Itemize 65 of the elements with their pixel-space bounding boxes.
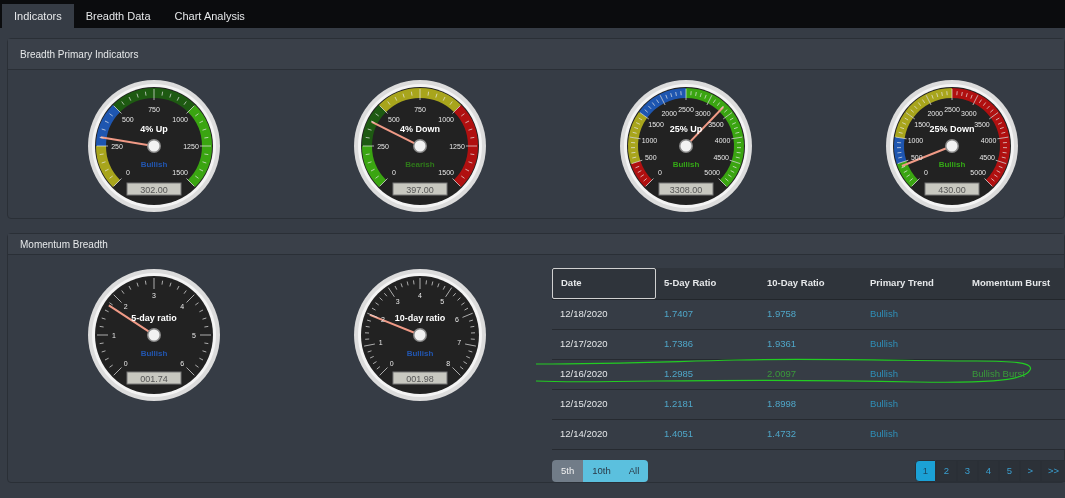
column-header[interactable]: Date	[552, 268, 656, 299]
gauge-title: 10-day ratio	[394, 313, 446, 323]
gauge-title: 25% Up	[669, 124, 703, 134]
page-button[interactable]: >>	[1040, 460, 1065, 482]
table-cell: Bullish	[870, 337, 898, 352]
page-button[interactable]: 3	[956, 460, 978, 482]
gauge-status: Bullish	[140, 160, 168, 169]
page-button[interactable]: 4	[977, 460, 999, 482]
page-button[interactable]: >	[1019, 460, 1041, 482]
table-cell: 1.4051	[664, 427, 694, 442]
tab[interactable]: Indicators	[2, 4, 74, 28]
gauge-readout: 302.00	[126, 182, 182, 196]
table-cell: 1.7407	[664, 307, 694, 322]
page-button[interactable]: 2	[935, 460, 957, 482]
gauge-title: 4% Up	[140, 124, 168, 134]
filter-button[interactable]: 5th	[552, 460, 584, 482]
gauge-readout: 430.00	[924, 182, 980, 196]
needle-hub	[147, 328, 161, 342]
filter-button[interactable]: All	[619, 460, 649, 482]
needle-hub	[679, 139, 693, 153]
needle-hub	[945, 139, 959, 153]
gauge-title: 25% Down	[929, 124, 975, 134]
gauge-readout: 397.00	[392, 182, 448, 196]
table-cell: 2.0097	[767, 367, 797, 382]
needle-hub	[413, 139, 427, 153]
gauge-title: 5-day ratio	[131, 313, 177, 323]
gauge-readout: 001.74	[126, 371, 182, 385]
gauge-title: 4% Down	[400, 124, 440, 134]
gauge-status: Bullish	[672, 160, 700, 169]
table-cell: 12/17/2020	[560, 337, 608, 352]
page-button[interactable]: 1	[914, 460, 936, 482]
table-cell: Bullish	[870, 427, 898, 442]
gauge-status: Bearish	[405, 160, 435, 169]
column-header[interactable]: 10-Day Ratio	[759, 268, 862, 299]
table-cell: 1.9361	[767, 337, 797, 352]
tab[interactable]: Chart Analysis	[162, 4, 257, 28]
table-cell: 1.9758	[767, 307, 797, 322]
needle-hub	[147, 139, 161, 153]
column-header[interactable]: Primary Trend	[862, 268, 964, 299]
table-cell: 1.2181	[664, 397, 694, 412]
table-cell: 1.4732	[767, 427, 797, 442]
gauge-status: Bullish	[406, 349, 434, 358]
column-header[interactable]: Momentum Burst	[964, 268, 1065, 299]
table-cell: 1.7386	[664, 337, 694, 352]
table-cell: 1.2985	[664, 367, 694, 382]
gauge-status: Bullish	[140, 349, 168, 358]
gauge-readout: 3308.00	[658, 182, 714, 196]
gauge-readout: 001.98	[392, 371, 448, 385]
table-cell: Bullish	[870, 307, 898, 322]
table-cell: 12/18/2020	[560, 307, 608, 322]
column-header[interactable]: 5-Day Ratio	[656, 268, 759, 299]
tab[interactable]: Breadth Data	[73, 4, 163, 28]
panel-title: Momentum Breadth	[20, 237, 108, 252]
table-cell: Bullish Burst	[972, 367, 1025, 382]
filter-button[interactable]: 10th	[583, 460, 620, 482]
table-cell: Bullish	[870, 367, 898, 382]
table-cell: Bullish	[870, 397, 898, 412]
table-cell: 12/16/2020	[560, 367, 608, 382]
table-cell: 1.8998	[767, 397, 797, 412]
table-cell: 12/15/2020	[560, 397, 608, 412]
needle-hub	[413, 328, 427, 342]
page-button[interactable]: 5	[998, 460, 1020, 482]
gauge-status: Bullish	[938, 160, 966, 169]
panel-title: Breadth Primary Indicators	[20, 47, 139, 62]
table-cell: 12/14/2020	[560, 427, 608, 442]
